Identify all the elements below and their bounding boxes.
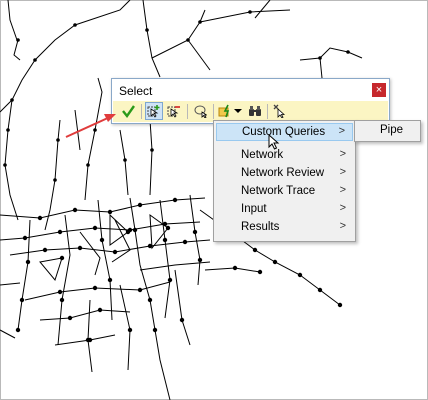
- query-dropdown-menu: Custom Queries > Network > Network Revie…: [213, 120, 356, 242]
- add-to-selection-button[interactable]: [145, 102, 163, 120]
- custom-queries-submenu: Pipe: [354, 120, 421, 142]
- menu-item-results[interactable]: Results >: [216, 219, 353, 237]
- accept-checkmark-button[interactable]: [119, 102, 137, 120]
- query-button[interactable]: [217, 102, 233, 120]
- menu-item-label: Network Review: [241, 167, 325, 179]
- dropdown-arrow-icon: [234, 109, 242, 113]
- select-remove-icon: [167, 106, 180, 118]
- binoculars-icon: [249, 106, 261, 116]
- chevron-right-icon: >: [339, 184, 346, 196]
- toolbar-separator: [141, 104, 142, 119]
- query-lightning-icon: [218, 104, 230, 118]
- clear-selection-icon: [273, 104, 286, 118]
- query-dropdown-button[interactable]: [233, 102, 243, 120]
- toolbar-separator: [187, 104, 188, 119]
- menu-item-network-trace[interactable]: Network Trace >: [216, 183, 353, 201]
- menu-item-custom-queries[interactable]: Custom Queries >: [216, 123, 353, 141]
- toolbar-separator: [213, 104, 214, 119]
- find-button[interactable]: [246, 102, 264, 120]
- lasso-icon: [194, 105, 207, 118]
- menu-item-label: Custom Queries: [242, 126, 326, 138]
- mouse-cursor-icon: [268, 134, 280, 150]
- chevron-right-icon: >: [339, 148, 346, 160]
- chevron-right-icon: >: [338, 125, 345, 137]
- menu-item-network[interactable]: Network >: [216, 147, 353, 165]
- remove-from-selection-button[interactable]: [165, 102, 183, 120]
- chevron-right-icon: >: [339, 220, 346, 232]
- checkmark-icon: [122, 105, 135, 118]
- chevron-right-icon: >: [339, 166, 346, 178]
- submenu-item-pipe[interactable]: Pipe: [380, 124, 403, 136]
- menu-item-label: Input: [241, 203, 267, 215]
- select-by-shape-button[interactable]: [191, 102, 209, 120]
- menu-item-label: Network: [241, 149, 284, 161]
- select-toolbar: [113, 101, 388, 122]
- dialog-title: Select: [119, 84, 153, 98]
- select-dialog: Select ×: [111, 78, 390, 124]
- select-add-icon: [147, 105, 160, 118]
- menu-item-label: Network Trace: [241, 185, 316, 197]
- close-button[interactable]: ×: [372, 83, 386, 97]
- menu-item-label: Results: [241, 221, 280, 233]
- close-icon: ×: [375, 84, 383, 96]
- toolbar-separator: [267, 104, 268, 119]
- clear-selection-button[interactable]: [271, 102, 289, 120]
- chevron-right-icon: >: [339, 202, 346, 214]
- menu-item-input[interactable]: Input >: [216, 201, 353, 219]
- menu-item-network-review[interactable]: Network Review >: [216, 165, 353, 183]
